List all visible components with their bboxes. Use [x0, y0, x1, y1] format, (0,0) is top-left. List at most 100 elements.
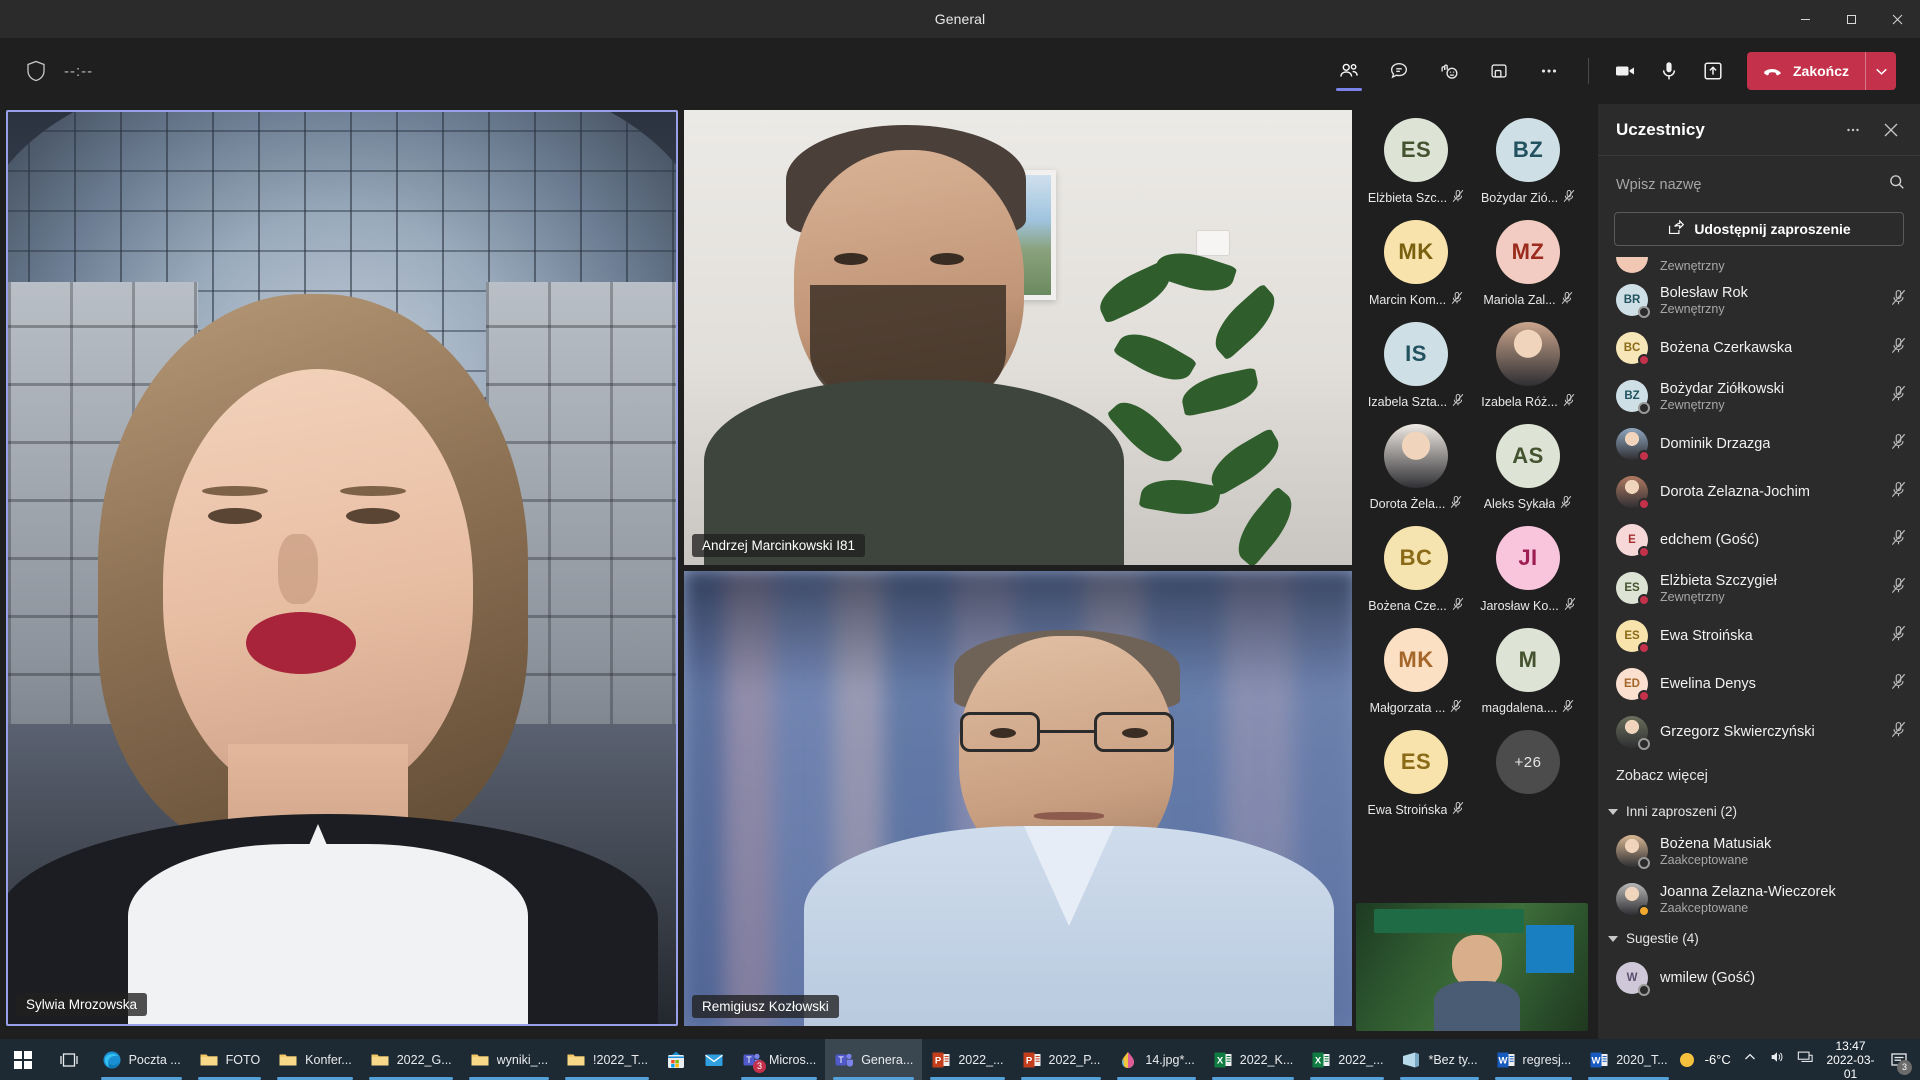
avatar-grid-item[interactable]: ASAleks Sykała [1472, 424, 1584, 512]
volume-icon[interactable] [1769, 1049, 1785, 1070]
mic-off-icon[interactable] [1891, 529, 1906, 551]
taskbar-item[interactable]: W2020_T... [1580, 1039, 1676, 1080]
mic-off-icon[interactable] [1891, 385, 1906, 407]
taskbar-item[interactable]: X2022_... [1302, 1039, 1392, 1080]
panel-header: Uczestnicy [1598, 104, 1920, 156]
participant-row[interactable]: Eedchem (Gość) [1598, 516, 1920, 564]
participant-row[interactable]: BRBolesław RokZewnętrzny [1598, 276, 1920, 324]
clock-date: 2022-03-01 [1825, 1053, 1876, 1080]
taskbar-item[interactable]: Konfer... [269, 1039, 361, 1080]
participant-row[interactable]: Bożena MatusiakZaakceptowane [1598, 827, 1920, 875]
avatar-grid-item[interactable]: BCBożena Cze... [1360, 526, 1472, 614]
hangup-chevron-down-icon[interactable] [1866, 52, 1896, 90]
taskbar-clock[interactable]: 13:47 2022-03-01 [1825, 1039, 1876, 1080]
video-tile-remigiusz[interactable]: Remigiusz Kozłowski [684, 571, 1356, 1026]
participant-row[interactable]: BZBożydar ZiółkowskiZewnętrzny [1598, 372, 1920, 420]
hangup-button[interactable]: Zakończ [1747, 52, 1865, 90]
taskbar-item[interactable]: X2022_K... [1204, 1039, 1303, 1080]
participant-row[interactable]: BCBożena Czerkawska [1598, 324, 1920, 372]
taskbar-item[interactable]: Wregresj... [1487, 1039, 1581, 1080]
taskbar-item[interactable]: Poczta ... [93, 1039, 190, 1080]
microphone-icon[interactable] [1649, 51, 1689, 91]
camera-icon[interactable] [1605, 51, 1645, 91]
windows-taskbar: Poczta ... FOTOKonfer...2022_G...wyniki_.… [0, 1039, 1920, 1080]
video-tile-andrzej[interactable]: Andrzej Marcinkowski I81 [684, 110, 1356, 565]
avatar-grid-item[interactable]: MKMałgorzata ... [1360, 628, 1472, 716]
close-button[interactable] [1874, 0, 1920, 38]
avatar [1616, 257, 1648, 273]
search-input[interactable] [1616, 177, 1888, 193]
participant-row[interactable]: ESEwa Stroińska [1598, 612, 1920, 660]
avatar-grid-item[interactable]: Izabela Róż... [1472, 322, 1584, 410]
mic-off-icon[interactable] [1891, 481, 1906, 503]
avatar-grid-item[interactable]: JIJarosław Ko... [1472, 526, 1584, 614]
avatar-grid-item[interactable]: BZBożydar Zió... [1472, 118, 1584, 206]
close-icon[interactable] [1876, 115, 1906, 145]
action-center-icon[interactable]: 3 [1888, 1047, 1910, 1073]
avatar-grid-item[interactable]: ESElżbieta Szc... [1360, 118, 1472, 206]
taskbar-item[interactable]: 14.jpg*... [1109, 1039, 1203, 1080]
see-more-link[interactable]: Zobacz więcej [1598, 756, 1920, 796]
participant-row[interactable]: Dominik Drzazga [1598, 420, 1920, 468]
avatar-name: Bożydar Zió... [1481, 191, 1558, 205]
meeting-toolbar: --:-- [0, 38, 1920, 104]
participants-list[interactable]: ZewnętrznyBRBolesław RokZewnętrznyBCBoże… [1598, 254, 1920, 1039]
avatar-grid-item[interactable]: Mmagdalena.... [1472, 628, 1584, 716]
reactions-icon[interactable] [1426, 49, 1472, 93]
mic-off-icon [1560, 495, 1572, 512]
mic-off-icon[interactable] [1891, 673, 1906, 695]
taskbar-item[interactable] [695, 1039, 733, 1080]
taskbar-item[interactable]: P2022_P... [1013, 1039, 1110, 1080]
participant-name: Dominik Drzazga [1660, 436, 1770, 452]
chat-icon[interactable] [1376, 49, 1422, 93]
maximize-button[interactable] [1828, 0, 1874, 38]
section-header[interactable]: Inni zaproszeni (2) [1598, 796, 1920, 827]
participant-row[interactable]: ESElżbieta SzczygiełZewnętrzny [1598, 564, 1920, 612]
show-hidden-icons[interactable] [1743, 1050, 1757, 1069]
minimize-button[interactable] [1782, 0, 1828, 38]
video-tile-active-speaker[interactable]: Sylwia Mrozowska [6, 110, 678, 1026]
avatar-grid-item[interactable]: MZMariola Zal... [1472, 220, 1584, 308]
taskbar-item[interactable]: T3Micros... [733, 1039, 825, 1080]
participant-row[interactable]: Joanna Żelazna-WieczorekZaakceptowane [1598, 875, 1920, 923]
participant-row[interactable]: Grzegorz Skwierczyński [1598, 708, 1920, 756]
taskbar-item[interactable]: 2022_G... [361, 1039, 461, 1080]
taskbar-item[interactable]: !2022_T... [557, 1039, 657, 1080]
picture-in-picture-video[interactable] [1356, 903, 1588, 1031]
taskbar-item[interactable]: FOTO [190, 1039, 270, 1080]
avatar-grid-item[interactable]: ISIzabela Szta... [1360, 322, 1472, 410]
search-icon[interactable] [1888, 173, 1906, 196]
network-icon[interactable] [1797, 1049, 1813, 1070]
mic-off-icon[interactable] [1891, 337, 1906, 359]
people-icon[interactable] [1326, 49, 1372, 93]
taskbar-item[interactable] [657, 1039, 695, 1080]
taskbar-item[interactable]: P2022_... [922, 1039, 1012, 1080]
avatar-grid-item[interactable]: Dorota Żela... [1360, 424, 1472, 512]
taskbar-item-label: Poczta ... [129, 1053, 181, 1067]
share-invite-button[interactable]: Udostępnij zaproszenie [1614, 212, 1904, 246]
taskbar-item[interactable]: *Bez ty... [1392, 1039, 1486, 1080]
breakout-rooms-icon[interactable] [1476, 49, 1522, 93]
participant-row-clipped[interactable]: Zewnętrzny [1598, 254, 1920, 276]
mic-off-icon[interactable] [1891, 577, 1906, 599]
participant-row[interactable]: EDEwelina Denys [1598, 660, 1920, 708]
mic-off-icon[interactable] [1891, 721, 1906, 743]
more-options-icon[interactable] [1838, 115, 1868, 145]
weather-widget[interactable]: -6°C [1677, 1050, 1731, 1070]
taskbar-item[interactable]: TGenera... [825, 1039, 922, 1080]
avatar-grid-item[interactable]: ESEwa Stroińska [1360, 730, 1472, 818]
windows-start-icon[interactable] [0, 1039, 46, 1080]
taskbar-item[interactable]: wyniki_... [461, 1039, 557, 1080]
avatar-grid-item[interactable]: MKMarcin Kom... [1360, 220, 1472, 308]
mic-off-icon[interactable] [1891, 625, 1906, 647]
more-options-icon[interactable] [1526, 49, 1572, 93]
section-header[interactable]: Sugestie (4) [1598, 923, 1920, 954]
mic-off-icon[interactable] [1891, 289, 1906, 311]
mic-off-icon[interactable] [1891, 433, 1906, 455]
participant-row[interactable]: Wwmilew (Gość) [1598, 954, 1920, 1002]
task-view-icon[interactable] [46, 1039, 92, 1080]
participant-row[interactable]: Dorota Żelazna-Jochim [1598, 468, 1920, 516]
share-screen-icon[interactable] [1693, 51, 1733, 91]
avatar-more-count[interactable]: +26 [1472, 730, 1584, 818]
taskbar-item-label: 2022_K... [1240, 1053, 1294, 1067]
